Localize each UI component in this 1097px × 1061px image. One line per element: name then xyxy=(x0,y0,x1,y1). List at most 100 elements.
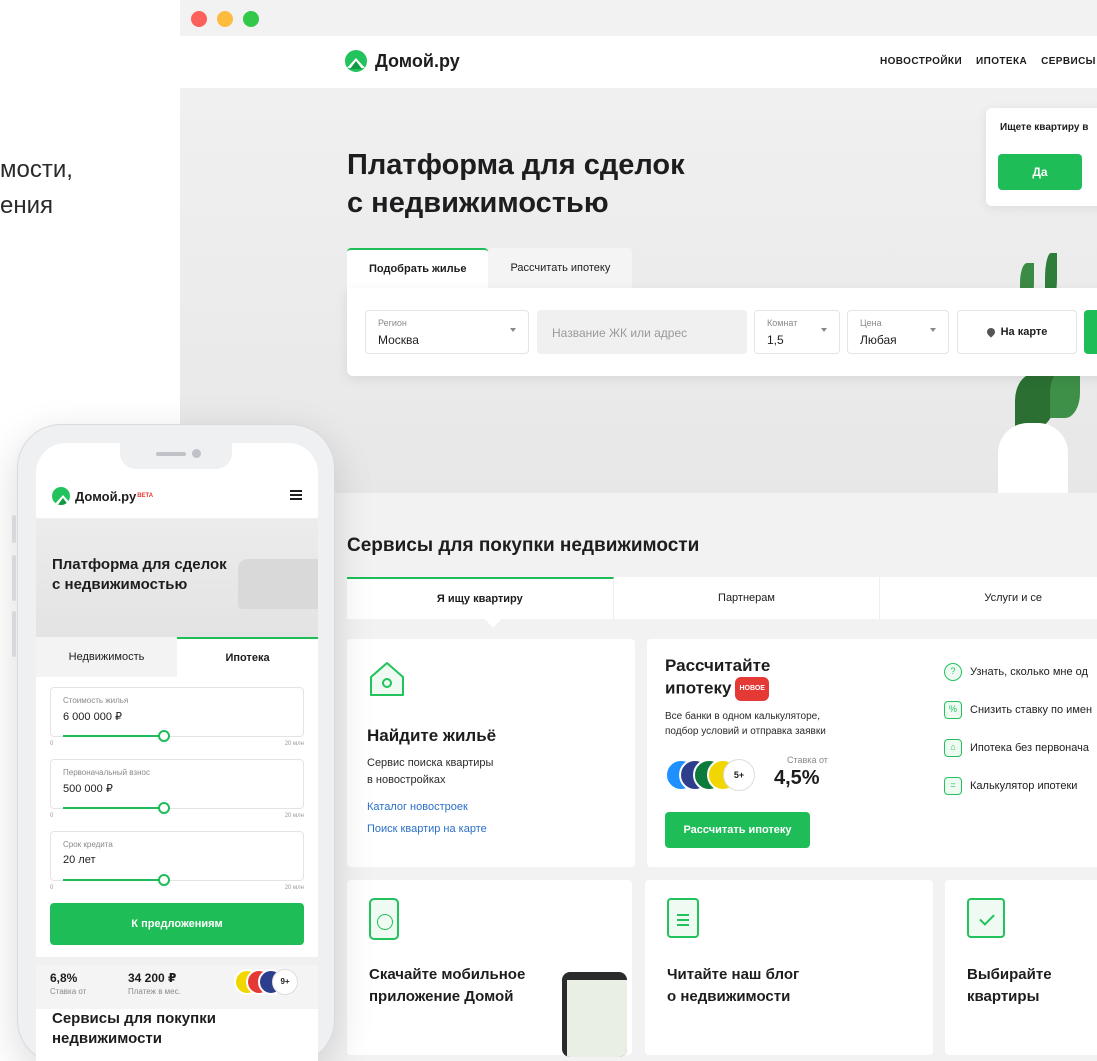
catalog-link[interactable]: Каталог новостроек xyxy=(367,801,468,813)
home-price-field[interactable]: Стоимость жилья 6 000 000 ₽ xyxy=(50,687,304,742)
choose-card[interactable]: Выбирайте квартиры xyxy=(945,880,1097,1055)
mortgage-desc: Все банки в одном калькуляторе, подбор у… xyxy=(665,709,826,739)
rate-label: Ставка от xyxy=(787,755,828,765)
blog-card[interactable]: Читайте наш блог о недвижимости xyxy=(645,880,933,1055)
mobile-logo-text: Домой.ру xyxy=(75,488,137,504)
services-tabs: Я ищу квартиру Партнерам Услуги и се xyxy=(347,577,1097,619)
hamburger-menu-icon[interactable] xyxy=(290,490,302,492)
find-home-desc: Сервис поиска квартиры в новостройках xyxy=(367,755,493,789)
app-card-title: Скачайте мобильное приложение Домой xyxy=(369,964,525,1008)
blog-card-title: Читайте наш блог о недвижимости xyxy=(667,964,799,1008)
city-question-popup: Ищете квартиру в Да xyxy=(986,108,1097,206)
find-home-card[interactable]: Найдите жильё Сервис поиска квартиры в н… xyxy=(347,639,635,867)
phone-notch xyxy=(120,443,232,469)
blog-title-line2: о недвижимости xyxy=(667,988,791,1005)
rooms-select[interactable]: Комнат 1,5 xyxy=(754,310,840,354)
home-price-slider[interactable] xyxy=(63,730,303,742)
nav-item-mortgage[interactable]: ИПОТЕКА xyxy=(976,56,1027,67)
close-window-button[interactable] xyxy=(191,11,207,27)
down-payment-field[interactable]: Первоначальный взнос 500 000 ₽ xyxy=(50,759,304,814)
phone-side-button xyxy=(12,611,16,657)
popup-question: Ищете квартиру в xyxy=(1000,122,1089,133)
site-header: Домой.ру НОВОСТРОЙКИ ИПОТЕКА СЕРВИСЫ xyxy=(180,36,1097,88)
mobile-header: Домой.ру BETA xyxy=(36,473,318,519)
hero-title-line1: Платформа для сделок xyxy=(347,149,685,181)
mountain-logo-icon xyxy=(345,50,367,72)
slider-min: 0 xyxy=(50,741,54,747)
region-label: Регион xyxy=(378,318,407,328)
more-banks-badge: 9+ xyxy=(272,969,298,995)
tab-find-home[interactable]: Подобрать жилье xyxy=(347,248,489,288)
side-link-label: Узнать, сколько мне од xyxy=(970,666,1088,678)
maximize-window-button[interactable] xyxy=(243,11,259,27)
checkbox-icon xyxy=(967,898,1005,938)
mortgage-desc-line1: Все банки в одном калькуляторе, xyxy=(665,711,820,722)
payment-value: 34 200 ₽ xyxy=(128,971,177,985)
slider-range: 0 20 млн xyxy=(50,813,304,819)
percent-icon: % xyxy=(944,701,962,719)
loan-term-field[interactable]: Срок кредита 20 лет xyxy=(50,831,304,886)
field-label: Срок кредита xyxy=(63,840,113,849)
slider-min: 0 xyxy=(50,813,54,819)
document-icon xyxy=(667,898,699,938)
mobile-hero-line2: с недвижимостью xyxy=(52,576,188,593)
popup-yes-button[interactable]: Да xyxy=(998,154,1082,190)
tab-realty[interactable]: Недвижимость xyxy=(36,637,177,677)
side-link-no-downpayment[interactable]: ⌂ Ипотека без первонача xyxy=(944,739,1089,757)
loan-term-slider[interactable] xyxy=(63,874,303,886)
window-titlebar xyxy=(180,0,1097,36)
chevron-down-icon xyxy=(930,328,936,332)
app-card[interactable]: Скачайте мобильное приложение Домой xyxy=(347,880,632,1057)
slider-max: 20 млн xyxy=(284,741,304,747)
house-icon xyxy=(370,662,404,696)
mobile-services-line2: недвижимости xyxy=(52,1030,162,1047)
services-title: Сервисы для покупки недвижимости xyxy=(347,535,700,556)
price-select[interactable]: Цена Любая xyxy=(847,310,949,354)
field-value: 500 000 ₽ xyxy=(63,783,113,795)
site-logo[interactable]: Домой.ру xyxy=(345,50,460,72)
side-link-label: Калькулятор ипотеки xyxy=(970,780,1078,792)
down-payment-slider[interactable] xyxy=(63,802,303,814)
address-input[interactable]: Название ЖК или адрес xyxy=(537,310,747,354)
left-caption-line2: ения xyxy=(0,192,54,219)
region-select[interactable]: Регион Москва xyxy=(365,310,529,354)
choose-title-line2: квартиры xyxy=(967,988,1040,1005)
minimize-window-button[interactable] xyxy=(217,11,233,27)
field-label: Первоначальный взнос xyxy=(63,768,150,777)
search-button[interactable] xyxy=(1084,310,1097,354)
tab-looking-apartment[interactable]: Я ищу квартиру xyxy=(347,577,614,619)
tab-calc-mortgage[interactable]: Рассчитать ипотеку xyxy=(488,248,633,288)
calculate-mortgage-button[interactable]: Рассчитать ипотеку xyxy=(665,812,810,848)
side-link-how-much[interactable]: ? Узнать, сколько мне од xyxy=(944,663,1088,681)
side-link-calculator[interactable]: = Калькулятор ипотеки xyxy=(944,777,1077,795)
field-value: 20 лет xyxy=(63,854,96,866)
tab-mortgage[interactable]: Ипотека xyxy=(177,637,318,677)
mobile-hero: Платформа для сделок с недвижимостью xyxy=(36,519,318,637)
rate-value: 6,8% xyxy=(50,971,78,985)
mobile-logo[interactable]: Домой.ру BETA xyxy=(52,487,153,505)
map-button[interactable]: На карте xyxy=(957,310,1077,354)
field-value: 6 000 000 ₽ xyxy=(63,711,122,723)
tab-services[interactable]: Услуги и се xyxy=(880,577,1097,619)
hero-title: Платформа для сделок с недвижимостью xyxy=(347,146,685,222)
app-screenshot-image xyxy=(562,972,627,1057)
mobile-bank-logos: 9+ xyxy=(234,969,304,1001)
nav-item-new-buildings[interactable]: НОВОСТРОЙКИ xyxy=(880,56,962,67)
slider-min: 0 xyxy=(50,885,54,891)
rate-value: 4,5% xyxy=(774,767,820,789)
slider-range: 0 20 млн xyxy=(50,885,304,891)
to-offers-button[interactable]: К предложениям xyxy=(50,903,304,945)
question-icon: ? xyxy=(944,663,962,681)
logo-text: Домой.ру xyxy=(375,50,460,71)
rate-label: Ставка от xyxy=(50,987,87,996)
tab-partners[interactable]: Партнерам xyxy=(614,577,881,619)
find-home-desc-line1: Сервис поиска квартиры xyxy=(367,757,494,769)
side-link-lower-rate[interactable]: % Снизить ставку по имен xyxy=(944,701,1092,719)
app-title-line1: Скачайте мобильное xyxy=(369,966,526,983)
mobile-hero-title: Платформа для сделок с недвижимостью xyxy=(52,555,227,595)
slider-max: 20 млн xyxy=(284,813,304,819)
nav-item-services[interactable]: СЕРВИСЫ xyxy=(1041,56,1096,67)
map-search-link[interactable]: Поиск квартир на карте xyxy=(367,823,487,835)
mortgage-desc-line2: подбор условий и отправка заявки xyxy=(665,726,826,737)
mortgage-form: Стоимость жилья 6 000 000 ₽ 0 20 млн Пер… xyxy=(36,677,318,957)
